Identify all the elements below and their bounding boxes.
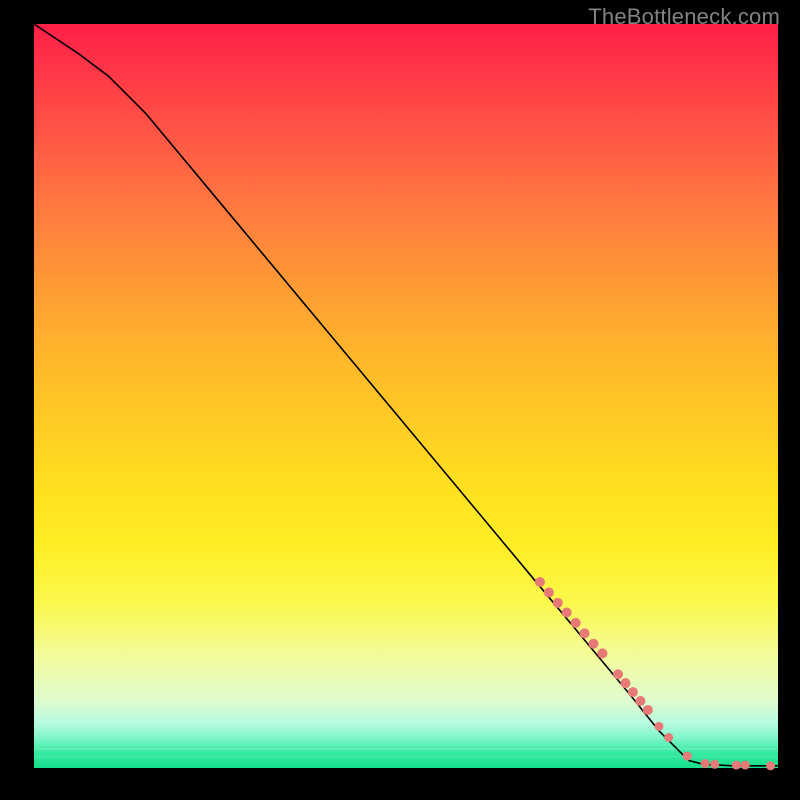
marker-dot — [683, 752, 692, 761]
marker-dot — [580, 628, 590, 638]
marker-dot — [588, 639, 598, 649]
marker-dot — [635, 696, 645, 706]
marker-dot — [562, 608, 572, 618]
marker-dot — [732, 761, 741, 770]
marker-dot — [620, 678, 630, 688]
marker-dot — [553, 598, 563, 608]
marker-dot — [628, 687, 638, 697]
marker-dot — [664, 733, 673, 742]
marker-dot — [701, 759, 710, 768]
marker-dot — [597, 648, 607, 658]
marker-dot — [654, 722, 663, 731]
marker-dot — [535, 577, 545, 587]
marker-dot — [571, 618, 581, 628]
marker-dot — [544, 587, 554, 597]
stage: TheBottleneck.com — [0, 0, 800, 800]
chart-svg-overlay — [34, 24, 778, 768]
marker-dot — [613, 669, 623, 679]
highlight-markers — [535, 577, 775, 770]
chart-plot-area — [34, 24, 778, 768]
bottleneck-curve — [34, 24, 778, 766]
marker-dot — [643, 705, 653, 715]
marker-dot — [741, 761, 750, 770]
marker-dot — [710, 760, 719, 769]
marker-dot — [766, 761, 775, 770]
